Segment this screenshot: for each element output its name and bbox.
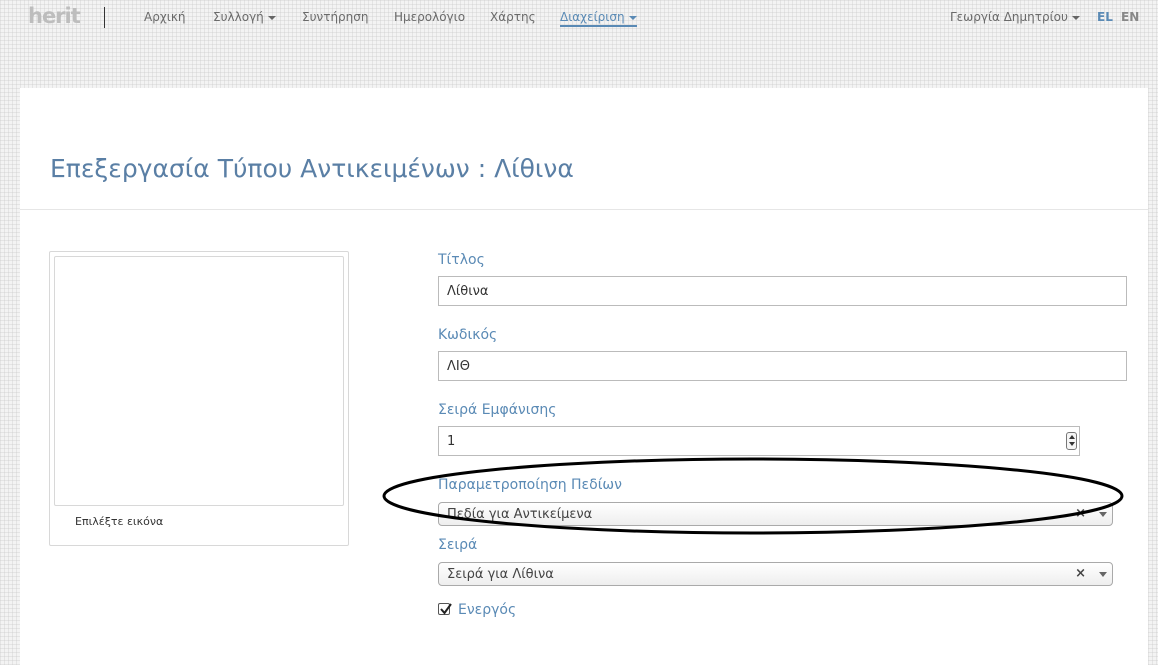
page-title: Επεξεργασία Τύπου Αντικειμένων : Λίθινα <box>50 154 574 183</box>
nav-home[interactable]: Αρχική <box>144 10 186 24</box>
code-input[interactable] <box>438 351 1127 381</box>
series-select[interactable]: Σειρά για Λίθινα × <box>438 562 1113 586</box>
herit-logo[interactable]: herit <box>28 4 81 28</box>
nav-administration[interactable]: Διαχείριση <box>560 10 637 27</box>
spinner-up-icon[interactable] <box>1068 435 1075 439</box>
chevron-down-icon <box>267 15 276 20</box>
nav-calendar[interactable]: Ημερολόγιο <box>394 10 465 24</box>
nav-administration-label: Διαχείριση <box>560 10 625 24</box>
display-order-input[interactable] <box>438 426 1080 456</box>
lang-el[interactable]: EL <box>1097 10 1113 24</box>
top-navbar: herit Αρχική Συλλογή Συντήρηση Ημερολόγι… <box>0 0 1158 36</box>
chevron-down-icon <box>1071 15 1080 20</box>
user-name: Γεωργία Δημητρίου <box>950 10 1068 24</box>
nav-conservation[interactable]: Συντήρηση <box>302 10 369 24</box>
clear-icon[interactable]: × <box>1075 566 1086 581</box>
nav-collection-label: Συλλογή <box>213 10 264 24</box>
nav-map[interactable]: Χάρτης <box>490 10 536 24</box>
series-value: Σειρά για Λίθινα <box>447 567 554 582</box>
chevron-down-icon <box>628 15 637 20</box>
image-preview[interactable] <box>54 256 344 506</box>
navbar-divider <box>104 7 105 28</box>
active-label: Ενεργός <box>458 602 517 618</box>
title-label: Τίτλος <box>438 252 485 268</box>
user-menu[interactable]: Γεωργία Δημητρίου <box>950 10 1080 24</box>
spinner-down-icon[interactable] <box>1068 442 1075 446</box>
code-label: Κωδικός <box>438 327 498 343</box>
highlight-ellipse <box>382 457 1124 535</box>
active-checkbox[interactable] <box>438 603 452 615</box>
chevron-down-icon[interactable] <box>1099 572 1107 577</box>
title-input[interactable] <box>438 276 1127 306</box>
nav-collection[interactable]: Συλλογή <box>213 10 276 24</box>
image-panel: Επιλέξτε εικόνα <box>49 251 349 546</box>
check-icon <box>440 603 452 615</box>
choose-image-link[interactable]: Επιλέξτε εικόνα <box>75 515 163 528</box>
number-spinner[interactable] <box>1066 432 1077 450</box>
title-divider <box>20 209 1148 210</box>
display-order-label: Σειρά Εμφάνισης <box>438 402 557 418</box>
lang-en[interactable]: EN <box>1121 10 1139 24</box>
